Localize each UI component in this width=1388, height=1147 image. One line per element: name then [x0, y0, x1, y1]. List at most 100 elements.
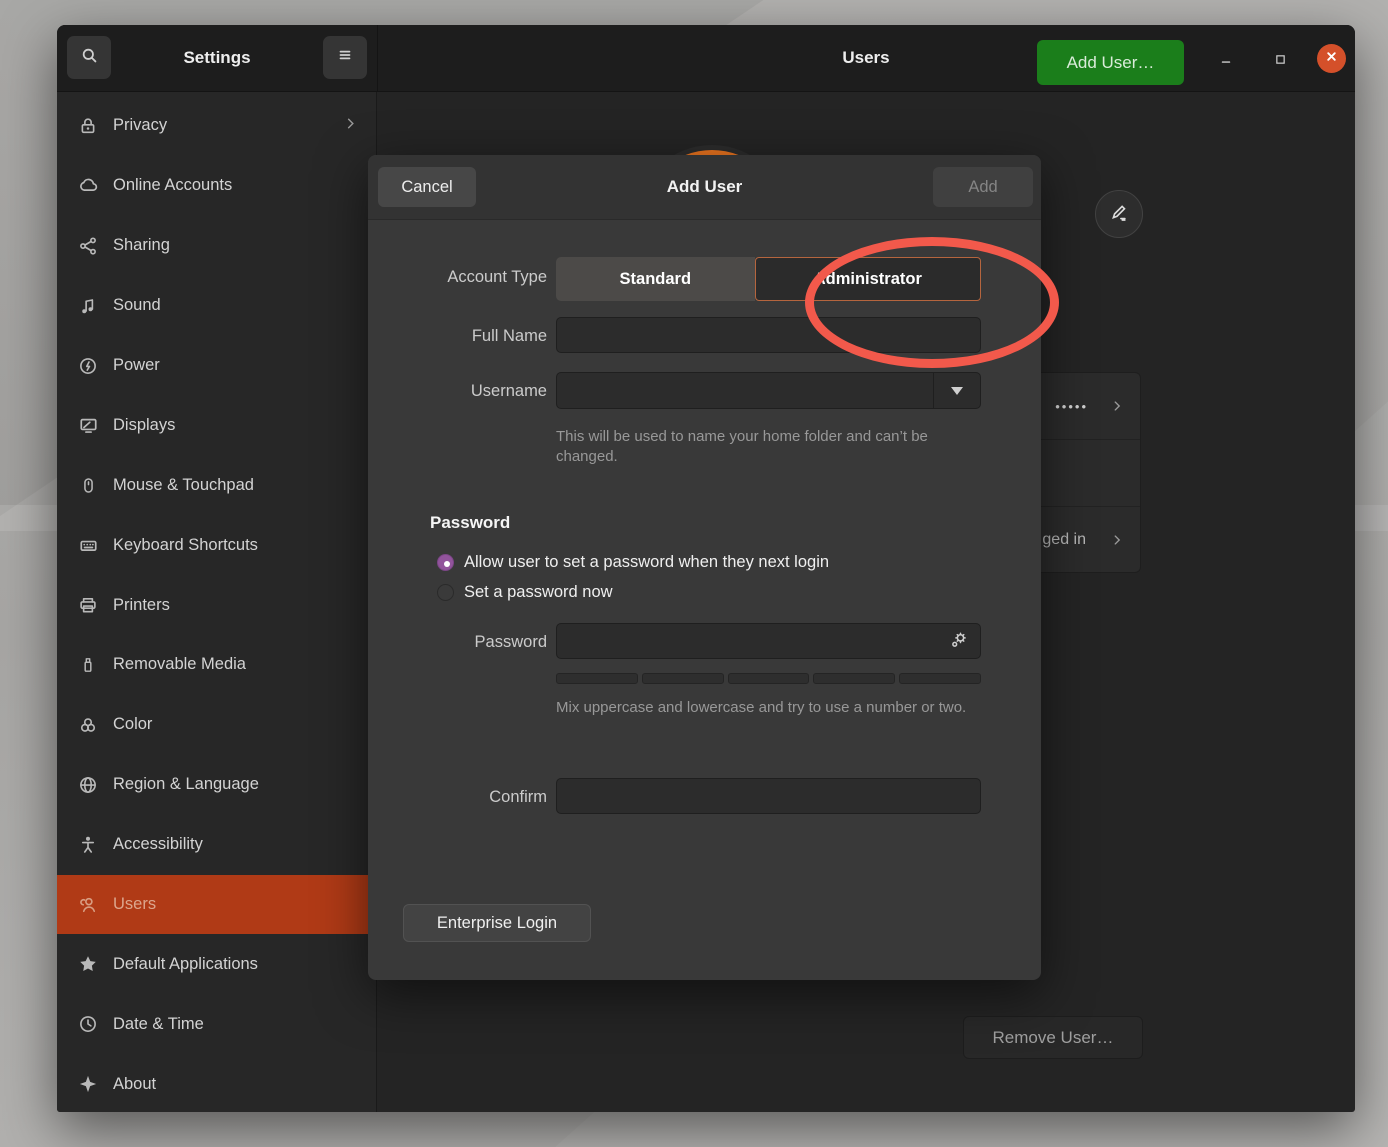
chevron-right-icon — [1110, 398, 1124, 414]
sidebar-item-power[interactable]: Power — [57, 336, 376, 396]
radio-next-login[interactable]: Allow user to set a password when they n… — [437, 553, 829, 572]
strength-segment — [813, 673, 895, 684]
sidebar-item-about[interactable]: About — [57, 1054, 376, 1112]
page-title: Users — [377, 25, 1355, 91]
sidebar-item-label: Sound — [113, 296, 358, 315]
sparkle-icon — [77, 1073, 99, 1095]
sidebar-item-label: Accessibility — [113, 835, 358, 854]
password-strength-meter — [556, 673, 981, 684]
sidebar-item-sharing[interactable]: Sharing — [57, 216, 376, 276]
sidebar-headerbar: Settings — [57, 25, 378, 91]
sidebar-item-date-time[interactable]: Date & Time — [57, 994, 376, 1054]
password-dots: ••••• — [1055, 399, 1088, 414]
sidebar-item-label: Keyboard Shortcuts — [113, 536, 358, 555]
username-label: Username — [368, 382, 547, 401]
star-icon — [77, 953, 99, 975]
sidebar-item-online-accounts[interactable]: Online Accounts — [57, 156, 376, 216]
sidebar-item-label: Printers — [113, 596, 358, 615]
edit-avatar-button[interactable] — [1095, 190, 1143, 238]
add-user-button[interactable]: Add User… — [1037, 40, 1184, 85]
music-note-icon — [77, 295, 99, 317]
mouse-icon — [77, 474, 99, 496]
clock-icon — [77, 1013, 99, 1035]
sidebar-item-label: Users — [113, 895, 358, 914]
sidebar-item-sound[interactable]: Sound — [57, 276, 376, 336]
logged-in-text: ged in — [1042, 531, 1086, 549]
chevron-right-icon — [1110, 532, 1124, 548]
account-type-label: Account Type — [368, 268, 547, 287]
menu-button[interactable] — [323, 36, 367, 79]
password-section-heading: Password — [430, 513, 510, 533]
chevron-down-icon — [951, 387, 963, 395]
printer-icon — [77, 594, 99, 616]
usb-icon — [77, 654, 99, 676]
username-hint: This will be used to name your home fold… — [556, 427, 961, 468]
sidebar-item-label: Mouse & Touchpad — [113, 476, 358, 495]
sidebar-item-label: Power — [113, 356, 358, 375]
sidebar-item-label: Removable Media — [113, 655, 358, 674]
cancel-button[interactable]: Cancel — [378, 167, 476, 207]
users-icon — [77, 894, 99, 916]
lock-icon — [77, 115, 99, 137]
full-name-label: Full Name — [368, 327, 547, 346]
sidebar-item-mouse-touchpad[interactable]: Mouse & Touchpad — [57, 455, 376, 515]
password-input[interactable] — [556, 623, 981, 659]
strength-segment — [728, 673, 810, 684]
annotation-ellipse — [805, 237, 1059, 368]
chevron-right-icon — [343, 115, 358, 137]
enterprise-login-button[interactable]: Enterprise Login — [403, 904, 591, 942]
maximize-button[interactable] — [1270, 49, 1290, 69]
username-input[interactable] — [556, 372, 981, 409]
sidebar-item-accessibility[interactable]: Accessibility — [57, 815, 376, 875]
sidebar-item-label: Privacy — [113, 116, 343, 135]
sidebar-item-label: Region & Language — [113, 775, 358, 794]
sidebar-item-label: Displays — [113, 416, 358, 435]
screen: ••••• ged in Remove User… — [0, 0, 1388, 1147]
sidebar-item-label: Default Applications — [113, 955, 358, 974]
sidebar-item-label: Online Accounts — [113, 176, 358, 195]
close-button[interactable] — [1317, 44, 1346, 73]
username-dropdown-button[interactable] — [933, 373, 980, 408]
display-icon — [77, 414, 99, 436]
cloud-icon — [77, 175, 99, 197]
headerbar: Settings Users Add User… — [57, 25, 1355, 92]
minimize-button[interactable] — [1216, 49, 1236, 69]
strength-segment — [642, 673, 724, 684]
strength-segment — [899, 673, 981, 684]
globe-icon — [77, 774, 99, 796]
password-label: Password — [368, 633, 547, 652]
sidebar-item-displays[interactable]: Displays — [57, 395, 376, 455]
power-icon — [77, 355, 99, 377]
radio-set-password-now[interactable]: Set a password now — [437, 583, 613, 602]
keyboard-icon — [77, 534, 99, 556]
account-type-standard-button[interactable]: Standard — [556, 257, 755, 301]
sidebar-item-color[interactable]: Color — [57, 695, 376, 755]
sidebar-item-removable-media[interactable]: Removable Media — [57, 635, 376, 695]
accessibility-icon — [77, 834, 99, 856]
confirm-label: Confirm — [368, 788, 547, 807]
sidebar-item-default-applications[interactable]: Default Applications — [57, 934, 376, 994]
sidebar-item-label: Color — [113, 715, 358, 734]
sidebar-item-label: About — [113, 1075, 358, 1094]
sidebar-item-keyboard-shortcuts[interactable]: Keyboard Shortcuts — [57, 515, 376, 575]
sidebar-item-users[interactable]: Users — [57, 875, 376, 935]
radio-unselected-icon — [437, 584, 454, 601]
remove-user-button[interactable]: Remove User… — [963, 1016, 1143, 1059]
close-icon — [1324, 49, 1339, 69]
confirm-input[interactable] — [556, 778, 981, 814]
sidebar: Privacy Online Accounts Sharing Sound Po… — [57, 92, 377, 1112]
password-hint: Mix uppercase and lowercase and try to u… — [556, 698, 968, 718]
sidebar-item-label: Date & Time — [113, 1015, 358, 1034]
hamburger-icon — [336, 46, 354, 69]
add-button[interactable]: Add — [933, 167, 1033, 207]
radio-set-now-label: Set a password now — [464, 583, 613, 602]
sidebar-item-printers[interactable]: Printers — [57, 575, 376, 635]
sidebar-item-region-language[interactable]: Region & Language — [57, 755, 376, 815]
generate-password-button[interactable] — [946, 629, 972, 655]
radio-next-login-label: Allow user to set a password when they n… — [464, 553, 829, 572]
sidebar-item-label: Sharing — [113, 236, 358, 255]
settings-window: ••••• ged in Remove User… — [57, 25, 1355, 1112]
sidebar-item-privacy[interactable]: Privacy — [57, 96, 376, 156]
gear-icon — [949, 630, 969, 655]
pencil-icon — [1109, 202, 1129, 227]
